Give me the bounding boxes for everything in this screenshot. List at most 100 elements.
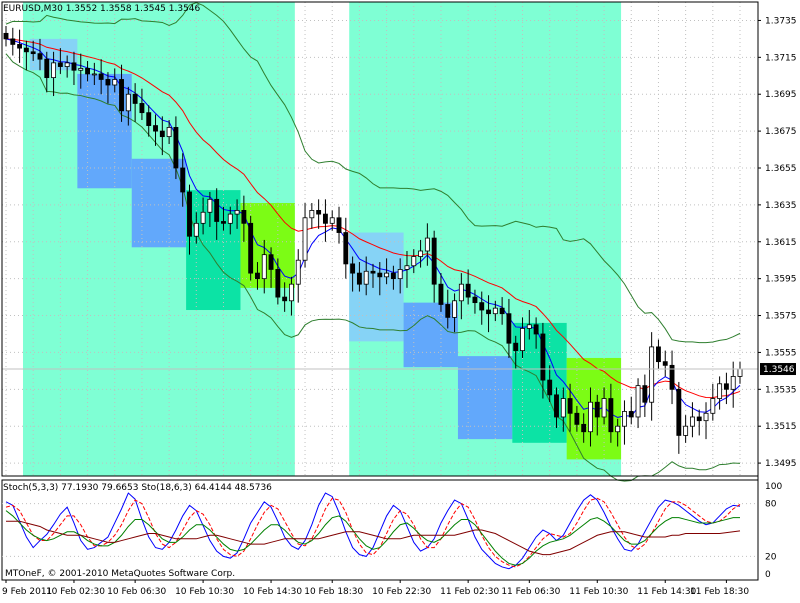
candle-body	[696, 416, 702, 422]
price-tick-label: 1.3535	[765, 385, 797, 395]
candle-body	[601, 398, 607, 418]
candle-body	[350, 263, 356, 274]
time-tick-label: 10 Feb 10:30	[175, 587, 234, 597]
candle-body	[492, 307, 498, 315]
candle-body	[51, 62, 57, 79]
candle-body	[57, 62, 63, 67]
candle-body	[282, 296, 288, 302]
price-tick-label: 1.3715	[765, 53, 797, 63]
candle-body	[180, 167, 186, 193]
candle-body	[730, 376, 736, 390]
candle-body	[336, 217, 342, 233]
time-tick-label: 10 Feb 18:30	[304, 587, 363, 597]
candle-body	[78, 67, 84, 71]
price-tick-label: 1.3515	[765, 422, 797, 432]
candle-body	[119, 79, 124, 112]
candle-body	[384, 272, 390, 278]
candle-body	[302, 217, 308, 261]
candle-body	[37, 53, 43, 60]
candle-body	[153, 125, 158, 132]
chart-canvas[interactable]: 1.3735 1.3715 1.3695 1.3675 1.3655 1.3635 1.36…	[0, 0, 800, 600]
time-tick-label: 11 Feb 18:30	[690, 587, 749, 597]
chart-window[interactable]: 1.3735 1.3715 1.3695 1.3675 1.3655 1.3635 1.36…	[0, 0, 800, 600]
indicator-label: Stoch(5,3,3) 77.1930 79.6653 Sto(18,6,3)…	[3, 483, 272, 493]
candle-body	[322, 213, 328, 224]
price-tick-label: 1.3695	[765, 90, 797, 100]
candle-body	[418, 250, 424, 257]
candle-body	[615, 425, 621, 433]
candle-body	[268, 254, 274, 270]
candle-body	[221, 221, 226, 224]
candle-body	[207, 198, 213, 213]
candle-body	[656, 346, 661, 363]
candle-body	[533, 324, 539, 335]
candle-body	[125, 93, 131, 112]
candle-body	[703, 412, 709, 422]
candle-body	[689, 416, 695, 427]
candle-body	[560, 398, 566, 418]
candle-body	[574, 412, 580, 425]
candle-body	[261, 254, 267, 280]
candle-body	[227, 213, 233, 224]
price-tick-label: 1.3675	[765, 127, 797, 137]
candle-body	[295, 259, 301, 285]
price-tick-label: 1.3655	[765, 164, 797, 174]
candle-body	[723, 383, 729, 390]
current-price-label: 1.3546	[763, 365, 795, 375]
candle-body	[309, 210, 315, 219]
time-tick-label: 10 Feb 22:30	[372, 587, 431, 597]
candle-body	[635, 385, 641, 418]
candle-body	[472, 296, 478, 304]
candle-body	[608, 398, 614, 433]
time-tick-label: 11 Feb 06:30	[501, 587, 560, 597]
time-axis: 9 Feb 201110 Feb 02:30 10 Feb 06:30 10 Feb…	[2, 580, 749, 597]
candle-body	[710, 398, 716, 414]
candle-body	[139, 103, 145, 114]
candle-body	[132, 93, 138, 104]
candle-body	[499, 307, 505, 315]
time-tick-label: 11 Feb 10:30	[569, 587, 628, 597]
candle-body	[554, 394, 559, 418]
candle-body	[540, 333, 546, 381]
range-box	[186, 190, 241, 311]
candle-body	[30, 51, 36, 55]
range-box	[131, 158, 187, 248]
candle-body	[431, 237, 437, 285]
stochastic-panel: 100 80 20 0	[1, 479, 782, 581]
candle-body	[622, 411, 627, 427]
candle-body	[649, 346, 655, 403]
candle-body	[316, 210, 322, 215]
candle-body	[642, 385, 648, 403]
price-tick-label: 1.3735	[765, 16, 797, 26]
candle-body	[486, 309, 491, 315]
price-tick-label: 1.3595	[765, 275, 797, 285]
candle-body	[255, 272, 260, 280]
candle-body	[275, 269, 281, 298]
candle-body	[424, 237, 430, 252]
sub-pane-border	[1, 479, 759, 581]
candle-body	[64, 62, 70, 67]
candle-body	[241, 210, 247, 224]
time-tick-label: 9 Feb 2011	[2, 587, 52, 597]
candle-body	[356, 272, 362, 285]
candle-body	[112, 79, 118, 86]
candle-body	[98, 73, 104, 80]
candle-body	[23, 47, 29, 53]
range-box	[349, 232, 404, 342]
candle-body	[458, 283, 464, 302]
candle-body	[44, 58, 50, 79]
price-tick-label: 1.3495	[765, 459, 797, 469]
time-tick-label: 10 Feb 06:30	[107, 587, 166, 597]
candle-body	[567, 398, 573, 414]
candle-body	[438, 283, 444, 305]
candle-body	[547, 379, 553, 396]
candle-body	[526, 324, 532, 329]
candle-body	[588, 401, 593, 433]
stoch-main-line	[5, 492, 741, 570]
candle-body	[173, 127, 179, 169]
candle-body	[397, 269, 403, 280]
candle-body	[3, 32, 9, 40]
price-tick-label: 1.3575	[765, 312, 797, 322]
candle-body	[159, 130, 165, 138]
candle-body	[193, 222, 199, 237]
